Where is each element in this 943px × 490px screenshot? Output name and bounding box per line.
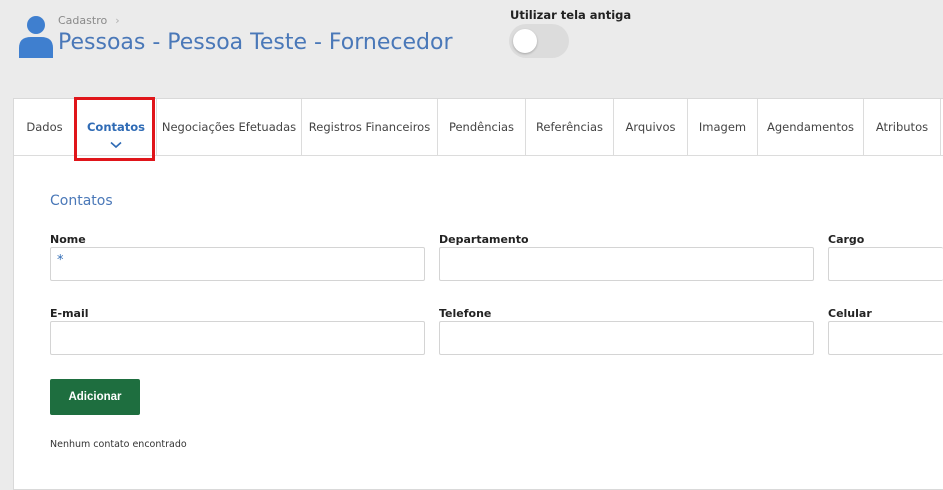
telefone-label: Telefone	[439, 307, 492, 320]
required-marker: *	[57, 253, 64, 268]
telefone-field[interactable]	[439, 321, 814, 355]
old-screen-label: Utilizar tela antiga	[510, 8, 632, 22]
nome-label: Nome	[50, 233, 86, 246]
add-contact-button[interactable]: Adicionar	[50, 379, 140, 415]
empty-message: Nenhum contato encontrado	[50, 439, 187, 450]
tab-label: Atributos	[875, 120, 929, 134]
email-label: E-mail	[50, 307, 89, 320]
tab-agendamentos[interactable]: Agendamentos	[758, 99, 864, 155]
celular-label: Celular	[828, 307, 872, 320]
tab-label: Pendências	[448, 120, 515, 134]
breadcrumb-item[interactable]: Cadastro	[58, 14, 107, 27]
tab-pendencias[interactable]: Pendências	[438, 99, 526, 155]
cargo-label: Cargo	[828, 233, 865, 246]
tab-contatos[interactable]: Contatos	[76, 99, 157, 155]
tab-bar: Dados Contatos Negociações Efetuadas Reg…	[14, 99, 943, 156]
cargo-field[interactable]	[828, 247, 943, 281]
tab-referencias[interactable]: Referências	[526, 99, 614, 155]
section-title: Contatos	[50, 193, 113, 209]
chevron-right-icon: ›	[115, 14, 120, 27]
celular-field[interactable]	[828, 321, 943, 355]
tab-label: Registros Financeiros	[308, 120, 431, 134]
tab-imagem[interactable]: Imagem	[688, 99, 758, 155]
tab-dados[interactable]: Dados	[14, 99, 76, 155]
user-avatar-icon	[19, 16, 53, 58]
tab-label: Arquivos	[625, 120, 676, 134]
old-screen-toggle[interactable]	[509, 24, 569, 58]
tab-atributos[interactable]: Atributos	[864, 99, 941, 155]
tab-arquivos[interactable]: Arquivos	[614, 99, 688, 155]
chevron-down-icon	[110, 141, 122, 149]
tab-negociacoes[interactable]: Negociações Efetuadas	[157, 99, 302, 155]
page-header: Cadastro › Pessoas - Pessoa Teste - Forne…	[0, 0, 943, 98]
email-field[interactable]	[50, 321, 425, 355]
tab-label: Contatos	[86, 120, 146, 134]
content-panel: Dados Contatos Negociações Efetuadas Reg…	[13, 98, 943, 490]
departamento-label: Departamento	[439, 233, 529, 246]
tab-label: Imagem	[698, 120, 747, 134]
tab-label: Referências	[535, 120, 604, 134]
page-title: Pessoas - Pessoa Teste - Fornecedor	[58, 30, 453, 55]
nome-field[interactable]: *	[50, 247, 425, 281]
tab-label: Negociações Efetuadas	[161, 120, 297, 134]
tab-registros-financeiros[interactable]: Registros Financeiros	[302, 99, 438, 155]
departamento-field[interactable]	[439, 247, 814, 281]
breadcrumb[interactable]: Cadastro ›	[58, 14, 120, 27]
tab-label: Dados	[26, 120, 63, 134]
toggle-knob	[513, 29, 537, 53]
tab-label: Agendamentos	[767, 120, 854, 134]
